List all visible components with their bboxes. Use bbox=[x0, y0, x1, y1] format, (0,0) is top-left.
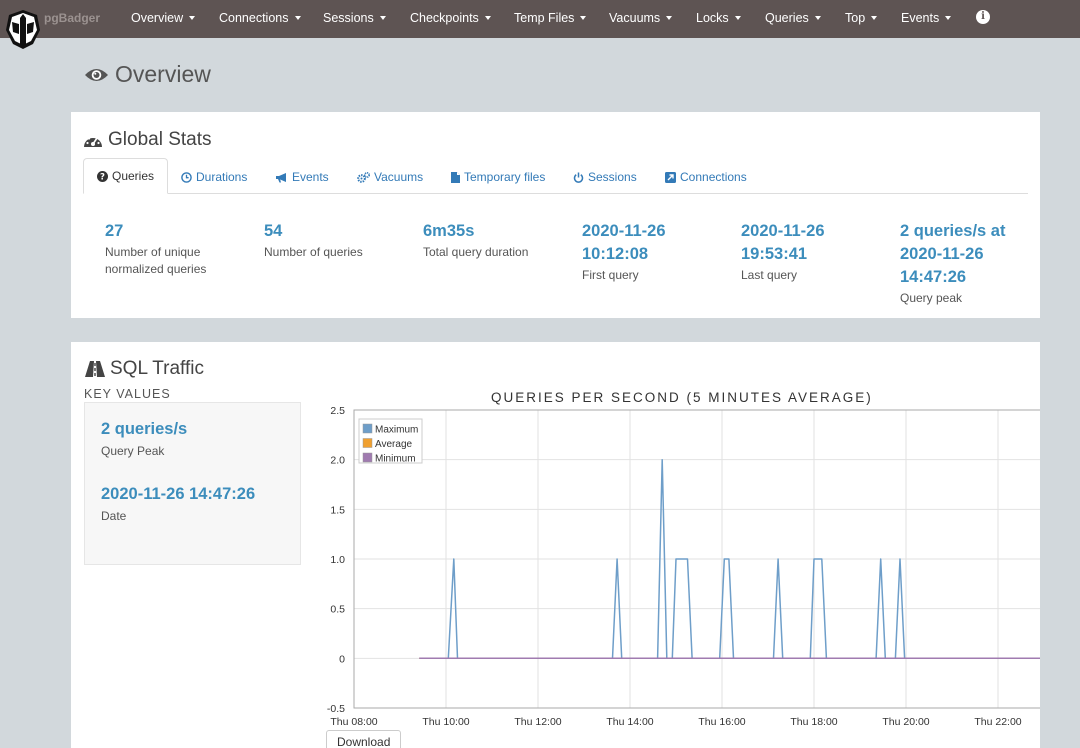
nav-top[interactable]: Top bbox=[845, 11, 878, 25]
stat-unique-queries: 27 Number of unique normalized queries bbox=[105, 222, 207, 276]
key-values-heading: KEY VALUES bbox=[84, 387, 171, 401]
tab-vacuums[interactable]: Vacuums bbox=[357, 170, 423, 184]
caret-down-icon bbox=[734, 16, 741, 20]
eye-icon bbox=[85, 68, 108, 81]
x-tick-label: Thu 18:00 bbox=[790, 716, 837, 728]
tab-sessions[interactable]: Sessions bbox=[573, 170, 637, 184]
stat-first-query: 2020-11-26 10:12:08 First query bbox=[582, 222, 666, 282]
legend-swatch bbox=[362, 438, 373, 448]
sql-traffic-panel: SQL Traffic KEY VALUES 2 queries/s Query… bbox=[71, 342, 1040, 748]
badger-logo-icon[interactable] bbox=[3, 8, 43, 50]
brand-name[interactable]: pgBadger bbox=[44, 11, 100, 25]
tabs-divider bbox=[83, 193, 1028, 194]
nav-vacuums[interactable]: Vacuums bbox=[609, 11, 673, 25]
y-tick-label: -0.5 bbox=[327, 703, 345, 715]
power-icon bbox=[573, 172, 584, 183]
queries-per-second-chart: 2.5 2.0 1.5 1.0 0.5 0 -0.5Thu 08:00 Thu 10:00 Th… bbox=[327, 405, 1040, 728]
legend-label: Average bbox=[375, 439, 413, 450]
x-tick-label: Thu 22:00 bbox=[974, 716, 1021, 728]
nav-checkpoints[interactable]: Checkpoints bbox=[410, 11, 491, 25]
global-stats-title: Global Stats bbox=[83, 129, 212, 151]
peak-date-value: 2020-11-26 14:47:26 bbox=[101, 485, 256, 503]
bullhorn-icon bbox=[276, 172, 286, 182]
caret-down-icon bbox=[945, 16, 952, 20]
caret-down-icon bbox=[666, 16, 673, 20]
caret-down-icon bbox=[871, 16, 878, 20]
x-tick-label: Thu 10:00 bbox=[422, 716, 469, 728]
legend-label: Minimum bbox=[375, 454, 416, 465]
dashboard-icon bbox=[84, 134, 102, 147]
download-button[interactable]: Download bbox=[326, 730, 402, 748]
y-tick-label: 2.0 bbox=[330, 455, 345, 467]
stat-query-count: 54 Number of queries bbox=[264, 222, 363, 259]
caret-down-icon bbox=[294, 16, 301, 20]
caret-down-icon bbox=[484, 16, 491, 20]
page-title: Overview bbox=[84, 61, 211, 88]
tab-temporary-files[interactable]: Temporary files bbox=[451, 170, 545, 184]
caret-down-icon bbox=[814, 16, 821, 20]
road-icon bbox=[85, 361, 105, 377]
sql-traffic-title: SQL Traffic bbox=[85, 358, 204, 380]
key-values-box: 2 queries/s Query Peak 2020-11-26 14:47:… bbox=[84, 402, 301, 565]
nav-queries[interactable]: Queries bbox=[765, 11, 821, 25]
query-peak-label: Query Peak bbox=[101, 444, 165, 458]
stat-query-peak: 2 queries/s at 2020-11-26 14:47:26 Query… bbox=[900, 222, 1006, 305]
query-peak-value: 2 queries/s bbox=[101, 420, 188, 438]
x-tick-label: Thu 12:00 bbox=[514, 716, 561, 728]
stat-last-query: 2020-11-26 19:53:41 Last query bbox=[741, 222, 825, 282]
legend-swatch bbox=[362, 452, 373, 463]
tab-durations[interactable]: Durations bbox=[181, 170, 247, 184]
caret-down-icon bbox=[379, 16, 386, 20]
question-circle-icon: ? bbox=[97, 170, 108, 182]
svg-text:?: ? bbox=[100, 172, 105, 181]
x-tick-label: Thu 20:00 bbox=[882, 716, 929, 728]
x-tick-label: Thu 08:00 bbox=[330, 716, 377, 728]
nav-connections[interactable]: Connections bbox=[219, 11, 301, 25]
global-stats-panel: Global Stats ? Queries Durations Events … bbox=[71, 112, 1040, 318]
peak-date-label: Date bbox=[101, 509, 127, 523]
caret-down-icon bbox=[580, 16, 587, 20]
stat-total-duration: 6m35s Total query duration bbox=[423, 222, 529, 259]
legend-label: Maximum bbox=[375, 425, 418, 436]
nav-sessions[interactable]: Sessions bbox=[323, 11, 386, 25]
y-tick-label: 0.5 bbox=[330, 604, 345, 616]
tab-connections[interactable]: Connections bbox=[665, 170, 747, 184]
nav-overview[interactable]: Overview bbox=[131, 11, 196, 25]
x-tick-label: Thu 16:00 bbox=[698, 716, 745, 728]
gears-icon bbox=[357, 171, 370, 183]
nav-events[interactable]: Events bbox=[901, 11, 952, 25]
external-link-icon bbox=[665, 171, 676, 183]
tab-events[interactable]: Events bbox=[275, 170, 329, 184]
tab-queries[interactable]: ? Queries bbox=[83, 158, 169, 194]
y-tick-label: 2.5 bbox=[330, 405, 345, 417]
y-tick-label: 0 bbox=[339, 653, 345, 665]
y-tick-label: 1.5 bbox=[330, 504, 345, 516]
nav-temp-files[interactable]: Temp Files bbox=[514, 11, 587, 25]
nav-locks[interactable]: Locks bbox=[696, 11, 741, 25]
x-tick-label: Thu 14:00 bbox=[606, 716, 653, 728]
file-icon bbox=[451, 171, 460, 183]
y-tick-label: 1.0 bbox=[330, 554, 345, 566]
caret-down-icon bbox=[189, 16, 196, 20]
top-navbar: pgBadger Overview Connections Sessions C… bbox=[0, 0, 1080, 49]
clock-icon bbox=[181, 171, 192, 183]
info-icon[interactable]: i bbox=[976, 10, 990, 24]
legend-swatch bbox=[362, 423, 373, 434]
